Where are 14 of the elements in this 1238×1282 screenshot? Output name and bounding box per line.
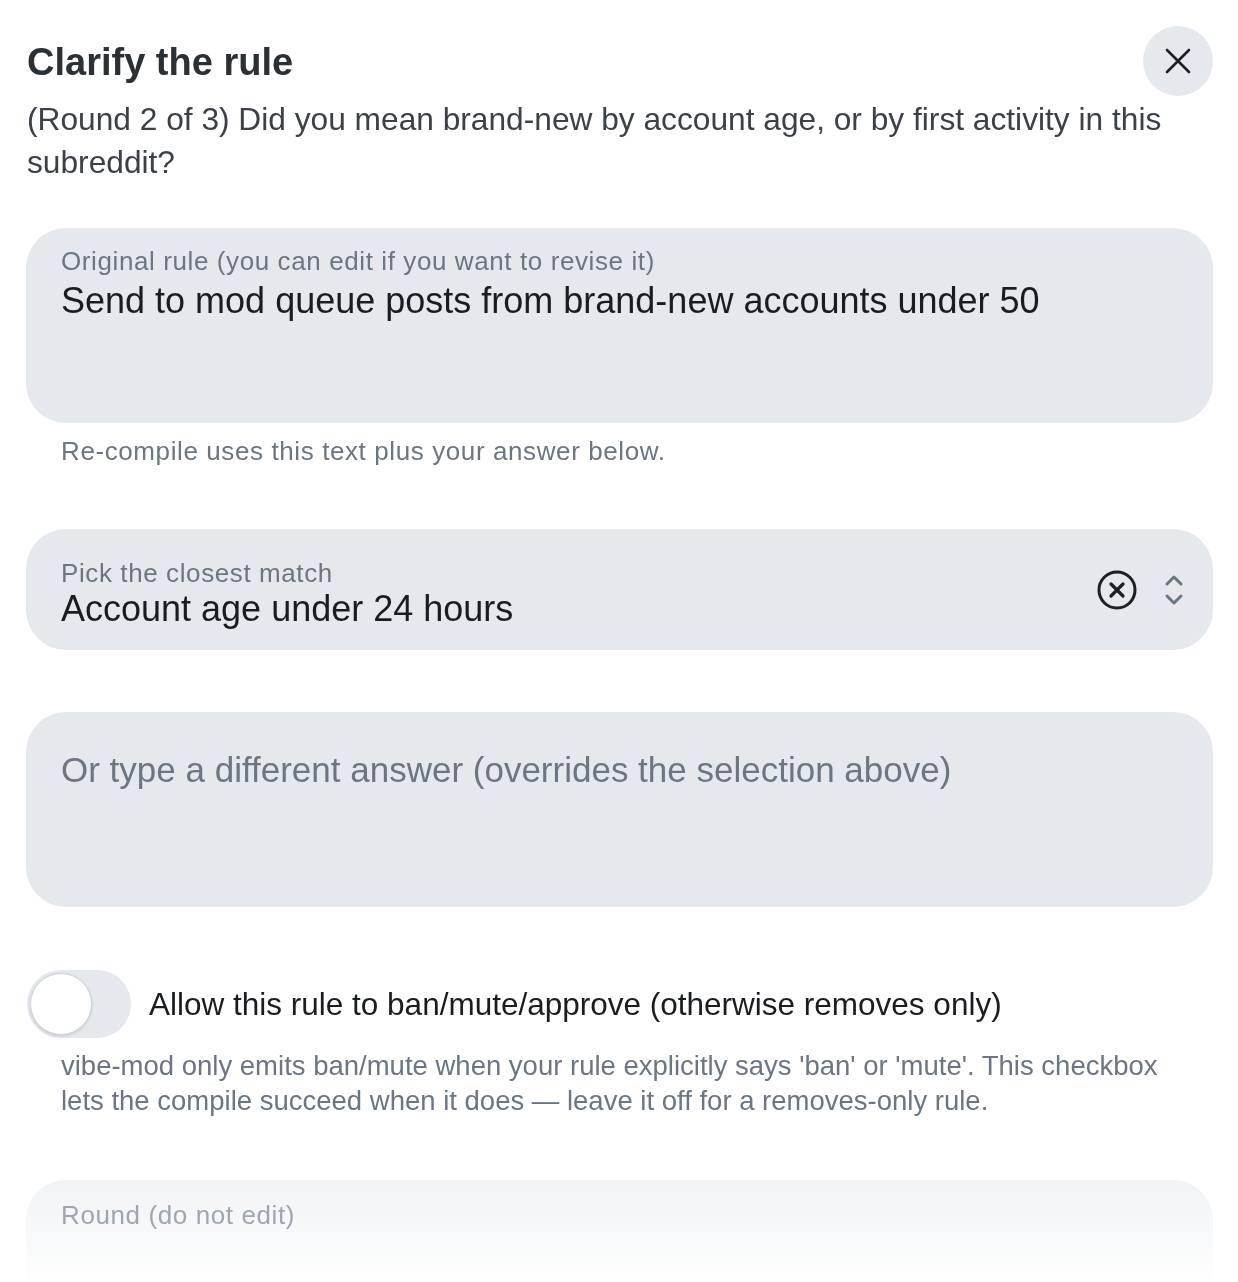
- dialog-question: (Round 2 of 3) Did you mean brand-new by account age, or by first activity in this subreddit?: [27, 100, 1163, 182]
- field-label: Original rule (you can edit if you want to revise it): [61, 246, 655, 276]
- field-label: Pick the closest match: [61, 557, 333, 588]
- close-icon: [1165, 48, 1191, 74]
- clear-icon[interactable]: [1097, 569, 1137, 610]
- field-value: Send to mod queue posts from brand-new accounts under 50: [61, 280, 1040, 322]
- rule-text-field[interactable]: Original rule (you can edit if you want to revise it) Send to mod queue posts from brand-new accounts under 50: [26, 228, 1213, 423]
- answer-text-field[interactable]: Or type a different answer (overrides the selection above): [26, 712, 1213, 907]
- toggle-label: Allow this rule to ban/mute/approve (otherwise removes only): [149, 986, 1002, 1022]
- dialog-title: Clarify the rule: [27, 40, 294, 84]
- answer-select[interactable]: Pick the closest match Account age under 24 hours: [26, 529, 1213, 650]
- helper-text: vibe-mod only emits ban/mute when your rule explicitly says 'ban' or 'mute'. This checkbox lets the compile succeed when it does — leave it off for a removes-only rule.: [61, 1049, 1159, 1118]
- helper-text: Re-compile uses this text plus your answer below.: [61, 436, 667, 466]
- selected-value: Account age under 24 hours: [61, 587, 514, 630]
